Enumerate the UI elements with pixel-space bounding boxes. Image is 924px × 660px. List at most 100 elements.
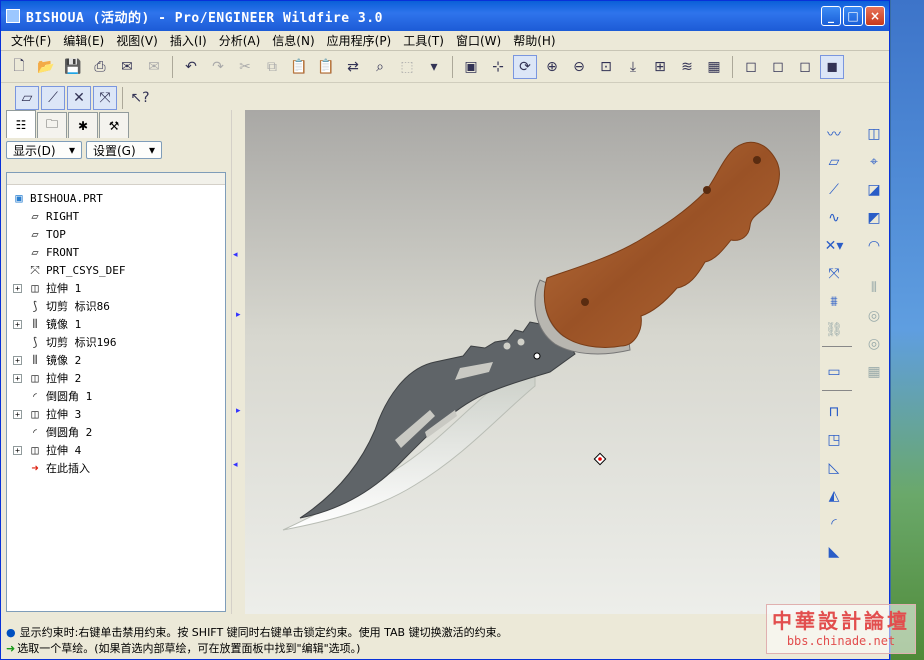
round-tool-icon[interactable]: ◜ <box>822 512 846 536</box>
settings-button[interactable]: 设置(G) ▾ <box>86 141 162 159</box>
refit-icon[interactable]: ⊡ <box>594 55 618 79</box>
pattern-icon[interactable]: ▦ <box>862 360 886 384</box>
tree-item[interactable]: ◜ 倒圆角 2 <box>7 423 225 441</box>
datum-sketch-icon[interactable]: 〰 <box>822 122 846 146</box>
collapse-arrow-icon[interactable]: ◂ <box>233 250 238 264</box>
blade[interactable] <box>299 314 576 519</box>
reorient-icon[interactable]: ⤓ <box>621 55 645 79</box>
cut-icon[interactable]: ✂ <box>233 55 257 79</box>
menu-insert[interactable]: 插入(I) <box>164 32 213 49</box>
zoom-in-icon[interactable]: ⊕ <box>540 55 564 79</box>
regenerate-icon[interactable]: ⇄ <box>341 55 365 79</box>
zoom-out-icon[interactable]: ⊖ <box>567 55 591 79</box>
datum-points-toggle-icon[interactable]: ✕ <box>67 86 91 110</box>
offset-icon[interactable]: ◎ <box>862 332 886 356</box>
menu-tools[interactable]: 工具(T) <box>397 32 450 49</box>
hidden-line-icon[interactable]: ◻ <box>766 55 790 79</box>
layers-icon[interactable]: ≋ <box>675 55 699 79</box>
connections-tab-icon[interactable]: ⚒ <box>99 112 129 138</box>
expand-arrow-icon[interactable]: ▸ <box>236 406 241 420</box>
knife-model[interactable] <box>245 110 820 614</box>
dropdown-arrow-icon[interactable]: ▾ <box>422 55 446 79</box>
copy-icon[interactable]: ⧉ <box>260 55 284 79</box>
graphics-area[interactable] <box>245 110 820 614</box>
tree-item[interactable]: + ◫ 拉伸 4 <box>7 441 225 459</box>
extrude-tool-icon[interactable]: ⊓ <box>822 400 846 424</box>
sketch-tool-icon[interactable]: ▭ <box>822 360 846 384</box>
close-button[interactable]: × <box>865 6 885 26</box>
coordinate-system-icon[interactable]: ⤧ <box>822 262 846 286</box>
email-link-icon[interactable]: ✉ <box>142 55 166 79</box>
tree-item[interactable]: + ⫴ 镜像 1 <box>7 315 225 333</box>
menu-info[interactable]: 信息(N) <box>266 32 320 49</box>
minimize-button[interactable]: _ <box>821 6 841 26</box>
find-icon[interactable]: ⌕ <box>368 55 392 79</box>
tree-item[interactable]: + ◫ 拉伸 2 <box>7 369 225 387</box>
menu-file[interactable]: 文件(F) <box>5 32 57 49</box>
collapse-arrow-icon[interactable]: ◂ <box>233 460 238 474</box>
tree-item[interactable]: + ◫ 拉伸 1 <box>7 279 225 297</box>
revolve-tool-icon[interactable]: ◳ <box>822 428 846 452</box>
undo-icon[interactable]: ↶ <box>179 55 203 79</box>
sweep-tool-icon[interactable]: ◺ <box>822 456 846 480</box>
blend-tool-icon[interactable]: ◭ <box>822 484 846 508</box>
menu-help[interactable]: 帮助(H) <box>507 32 561 49</box>
tree-item[interactable]: ▱ TOP <box>7 225 225 243</box>
datum-plane-icon[interactable]: ▱ <box>822 150 846 174</box>
paste-icon[interactable]: 📋 <box>287 55 311 79</box>
orient-mode-icon[interactable]: ⟳ <box>513 54 537 79</box>
csys-toggle-icon[interactable]: ⤧ <box>93 86 117 110</box>
favorites-tab-icon[interactable]: ✱ <box>68 112 98 138</box>
no-hidden-icon[interactable]: ◻ <box>793 55 817 79</box>
mirror-icon[interactable]: ⫴ <box>862 276 886 300</box>
hole-icon[interactable]: ◫ <box>862 122 886 146</box>
trim-icon[interactable]: ◎ <box>862 304 886 328</box>
menu-analysis[interactable]: 分析(A) <box>213 32 267 49</box>
maximize-button[interactable]: □ <box>843 6 863 26</box>
context-help-icon[interactable]: ↖? <box>128 86 152 110</box>
tree-item[interactable]: ▱ RIGHT <box>7 207 225 225</box>
tree-item[interactable]: ⟆ 切剪 标识196 <box>7 333 225 351</box>
model-tree-tab-icon[interactable]: ☷ <box>6 110 36 138</box>
datum-planes-toggle-icon[interactable]: ▱ <box>15 86 39 110</box>
redo-icon[interactable]: ↷ <box>206 55 230 79</box>
tree-item[interactable]: ▱ FRONT <box>7 243 225 261</box>
expand-arrow-icon[interactable]: ▸ <box>236 310 241 324</box>
draft-icon[interactable]: ◩ <box>862 206 886 230</box>
title-bar[interactable]: BISHOUA (活动的) - Pro/ENGINEER Wildfire 3.… <box>1 1 889 31</box>
tree-item[interactable]: + ⫴ 镜像 2 <box>7 351 225 369</box>
email-icon[interactable]: ✉ <box>115 55 139 79</box>
chamfer-tool-icon[interactable]: ◣ <box>822 540 846 564</box>
datum-point-icon[interactable]: ✕▾ <box>822 234 846 258</box>
open-file-icon[interactable]: 📂 <box>34 55 58 79</box>
handle[interactable] <box>543 141 780 348</box>
print-icon[interactable]: ⎙ <box>88 55 112 79</box>
spin-center-icon[interactable]: ⊹ <box>486 55 510 79</box>
expand-toggle-icon[interactable]: + <box>13 445 22 455</box>
show-button[interactable]: 显示(D) ▾ <box>6 141 82 159</box>
tree-item[interactable]: ◜ 倒圆角 1 <box>7 387 225 405</box>
tree-item[interactable]: + ◫ 拉伸 3 <box>7 405 225 423</box>
tree-item[interactable]: ▣ BISHOUA.PRT <box>7 189 225 207</box>
panel-splitter[interactable]: ◂ ▸ ▸ ◂ <box>231 110 241 614</box>
datum-curve-icon[interactable]: ∿ <box>822 206 846 230</box>
tree-item[interactable]: ➜ 在此插入 <box>7 459 225 477</box>
menu-applications[interactable]: 应用程序(P) <box>321 32 398 49</box>
menu-edit[interactable]: 编辑(E) <box>57 32 110 49</box>
expand-toggle-icon[interactable]: + <box>13 355 22 365</box>
rib-icon[interactable]: ◪ <box>862 178 886 202</box>
new-file-icon[interactable]: 🗋 <box>7 55 31 79</box>
repaint-icon[interactable]: ▣ <box>459 55 483 79</box>
save-icon[interactable]: 💾 <box>61 55 85 79</box>
tree-item[interactable]: ⟆ 切剪 标识86 <box>7 297 225 315</box>
menu-view[interactable]: 视图(V) <box>110 32 164 49</box>
saved-views-icon[interactable]: ⊞ <box>648 55 672 79</box>
wireframe-icon[interactable]: ◻ <box>739 55 763 79</box>
analysis-icon[interactable]: ⩩ <box>822 290 846 314</box>
round-icon[interactable]: ◠ <box>862 234 886 258</box>
menu-window[interactable]: 窗口(W) <box>450 32 507 49</box>
view-manager-icon[interactable]: ▦ <box>702 55 726 79</box>
shading-icon[interactable]: ◼ <box>820 54 844 79</box>
datum-axes-toggle-icon[interactable]: ⟋ <box>41 86 65 110</box>
datum-axis-icon[interactable]: ⟋ <box>822 178 846 202</box>
